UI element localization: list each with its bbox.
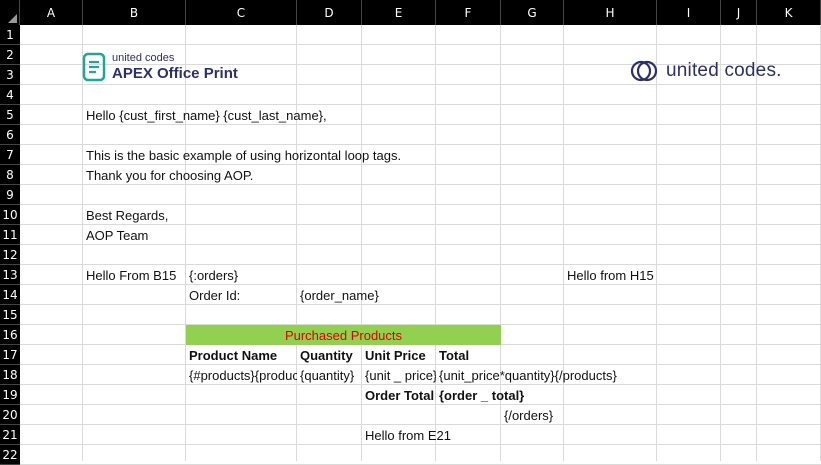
purchased-products-band[interactable]: Purchased Products (186, 325, 501, 345)
row-header-12[interactable]: 12 (0, 245, 20, 265)
gridline-vertical (756, 25, 757, 461)
united-codes-wordmark: united codes. (666, 60, 782, 81)
row-header-2[interactable]: 2 (0, 45, 20, 65)
row-header-21[interactable]: 21 (0, 425, 20, 445)
gridline-horizontal (20, 84, 821, 85)
cell-d18[interactable]: {quantity} (297, 365, 362, 385)
row-header-22[interactable]: 22 (0, 445, 20, 465)
row-header-16[interactable]: 16 (0, 325, 20, 345)
cell-d14[interactable]: {order_name} (297, 285, 436, 305)
row-header-13[interactable]: 13 (0, 265, 20, 285)
row-header-18[interactable]: 18 (0, 365, 20, 385)
aop-logo-company: united codes (112, 52, 175, 64)
cell-f18[interactable]: {unit_price*quantity}{/products} (436, 365, 666, 385)
row-header-19[interactable]: 19 (0, 385, 20, 405)
cell-e18[interactable]: {unit _ price} (362, 365, 436, 385)
cell-e17[interactable]: Unit Price (362, 345, 436, 365)
cell-b7[interactable]: This is the basic example of using horiz… (83, 145, 483, 165)
column-header-f[interactable]: F (436, 0, 501, 25)
row-header-17[interactable]: 17 (0, 345, 20, 365)
rings-icon (630, 60, 658, 82)
select-all-corner[interactable] (0, 0, 20, 25)
column-header-a[interactable]: A (20, 0, 83, 25)
row-header-6[interactable]: 6 (0, 125, 20, 145)
row-header-3[interactable]: 3 (0, 65, 20, 85)
cell-g20[interactable]: {/orders} (501, 405, 581, 425)
cell-e19[interactable]: Order Total (362, 385, 436, 405)
row-header-8[interactable]: 8 (0, 165, 20, 185)
row-header-15[interactable]: 15 (0, 305, 20, 325)
row-header-4[interactable]: 4 (0, 85, 20, 105)
row-header-1[interactable]: 1 (0, 25, 20, 45)
column-header-e[interactable]: E (362, 0, 436, 25)
cell-f19[interactable]: {order _ total} (436, 385, 566, 405)
column-header-c[interactable]: C (186, 0, 297, 25)
gridline-horizontal (20, 44, 821, 45)
row-header-11[interactable]: 11 (0, 225, 20, 245)
united-codes-logo: united codes. (630, 60, 782, 82)
cell-b13[interactable]: Hello From B15 (83, 265, 186, 285)
cell-c13[interactable]: {:orders} (186, 265, 297, 285)
gridline-vertical (720, 25, 721, 461)
column-header-j[interactable]: J (721, 0, 757, 25)
row-header-14[interactable]: 14 (0, 285, 20, 305)
cell-d17[interactable]: Quantity (297, 345, 362, 365)
row-header-7[interactable]: 7 (0, 145, 20, 165)
spreadsheet: ABCDEFGHIJK 1 2 3 4 5 6 7 8 9 10 11 12 13 14 15 16 17 18 1… (0, 0, 821, 465)
column-header-g[interactable]: G (501, 0, 564, 25)
cell-f17[interactable]: Total (436, 345, 501, 365)
gridline-vertical (296, 25, 297, 461)
cell-b5[interactable]: Hello {cust_first_name} {cust_last_name}… (83, 105, 383, 125)
cell-b8[interactable]: Thank you for choosing AOP. (83, 165, 383, 185)
cell-e21[interactable]: Hello from E21 (362, 425, 502, 445)
cell-c18[interactable]: {#products}{product_name} (186, 365, 297, 385)
column-header-k[interactable]: K (757, 0, 821, 25)
aop-logo: united codes APEX Office Print (82, 52, 238, 82)
column-header-d[interactable]: D (297, 0, 362, 25)
row-header-9[interactable]: 9 (0, 185, 20, 205)
document-icon (82, 52, 106, 82)
column-header-i[interactable]: I (657, 0, 721, 25)
aop-logo-product: APEX Office Print (112, 65, 238, 82)
cell-b10[interactable]: Best Regards, (83, 205, 186, 225)
column-header-h[interactable]: H (564, 0, 657, 25)
row-header-20[interactable]: 20 (0, 405, 20, 425)
cell-b11[interactable]: AOP Team (83, 225, 186, 245)
gridline-vertical (656, 25, 657, 461)
column-header-b[interactable]: B (83, 0, 186, 25)
cell-c14[interactable]: Order Id: (186, 285, 297, 305)
cell-c17[interactable]: Product Name (186, 345, 297, 365)
row-header-10[interactable]: 10 (0, 205, 20, 225)
row-header-5[interactable]: 5 (0, 105, 20, 125)
cell-h13[interactable]: Hello from H15 (564, 265, 704, 285)
